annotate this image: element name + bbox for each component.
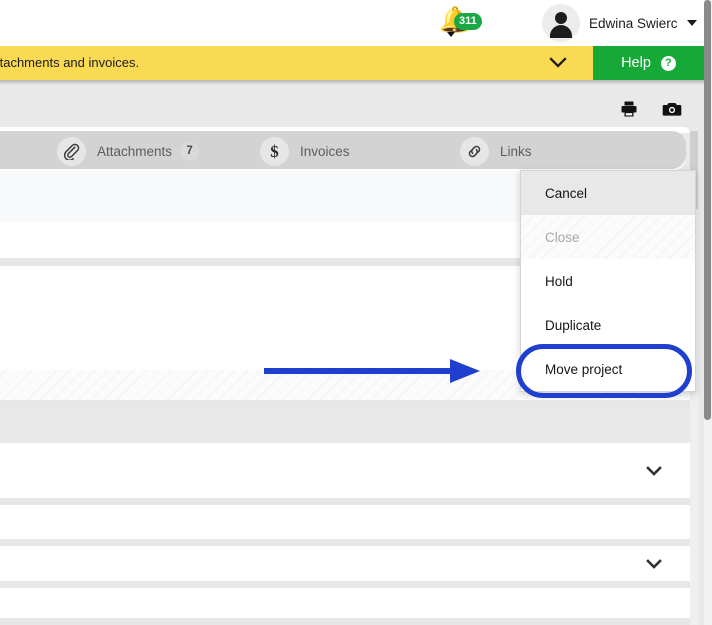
banner-expand-button[interactable] xyxy=(547,54,569,72)
tab-attachments-label: Attachments xyxy=(97,143,173,159)
paperclip-icon xyxy=(57,136,86,166)
row-separator xyxy=(0,581,690,588)
tab-invoices-label: Invoices xyxy=(300,143,350,159)
user-name-label: Edwina Swierc xyxy=(589,15,678,31)
chevron-down-icon xyxy=(549,57,567,68)
notifications-button[interactable]: 🔔 311 xyxy=(437,5,482,43)
row-separator xyxy=(0,498,690,505)
frame-shadow xyxy=(0,80,704,85)
chevron-down-icon[interactable] xyxy=(645,557,663,571)
row-separator xyxy=(0,539,690,546)
vertical-scrollbar[interactable] xyxy=(704,0,712,625)
app-window: 🔔 311 Edwina Swierc ttachments and invoi… xyxy=(0,0,712,625)
printer-icon[interactable] xyxy=(620,100,638,123)
bell-caret-icon xyxy=(447,32,455,37)
menu-item-duplicate[interactable]: Duplicate xyxy=(521,303,695,347)
chain-link-icon xyxy=(460,136,489,166)
caret-down-icon xyxy=(686,20,697,26)
menu-item-cancel[interactable]: Cancel xyxy=(521,171,695,215)
row-separator xyxy=(0,400,690,407)
user-avatar-icon xyxy=(542,4,580,42)
list-item[interactable] xyxy=(0,546,690,581)
dollar-sign-icon: $ xyxy=(260,136,289,166)
list-item[interactable] xyxy=(0,588,690,618)
chevron-down-icon[interactable] xyxy=(645,464,663,478)
tab-links[interactable]: Links xyxy=(460,131,532,171)
tab-invoices[interactable]: $ Invoices xyxy=(260,131,350,171)
menu-item-move-project[interactable]: Move project xyxy=(521,347,695,391)
notification-count-badge: 311 xyxy=(454,13,482,30)
question-mark-icon: ? xyxy=(660,55,676,71)
list-item[interactable] xyxy=(0,443,690,498)
scrollbar-thumb[interactable] xyxy=(704,0,711,420)
menu-item-hold[interactable]: Hold xyxy=(521,259,695,303)
user-menu-button[interactable]: Edwina Swierc xyxy=(542,2,697,44)
tab-attachments[interactable]: Attachments 7 xyxy=(57,131,200,171)
tab-attachments-count: 7 xyxy=(180,141,200,161)
top-bar: 🔔 311 Edwina Swierc xyxy=(0,0,704,46)
list-item[interactable] xyxy=(0,505,690,539)
menu-item-close: Close xyxy=(521,215,695,259)
help-label: Help xyxy=(621,55,651,71)
svg-text:$: $ xyxy=(270,142,279,161)
row-separator xyxy=(0,618,690,625)
camera-icon[interactable] xyxy=(662,100,682,123)
tab-strip: Attachments 7 $ Invoices Links xyxy=(0,131,686,171)
page-toolbar xyxy=(612,100,692,124)
help-button[interactable]: Help ? xyxy=(593,46,704,80)
section-shelf xyxy=(0,407,690,443)
banner-message: ttachments and invoices. xyxy=(0,55,140,70)
tab-links-label: Links xyxy=(500,143,532,159)
project-actions-menu: Cancel Close Hold Duplicate Move project xyxy=(520,170,696,392)
